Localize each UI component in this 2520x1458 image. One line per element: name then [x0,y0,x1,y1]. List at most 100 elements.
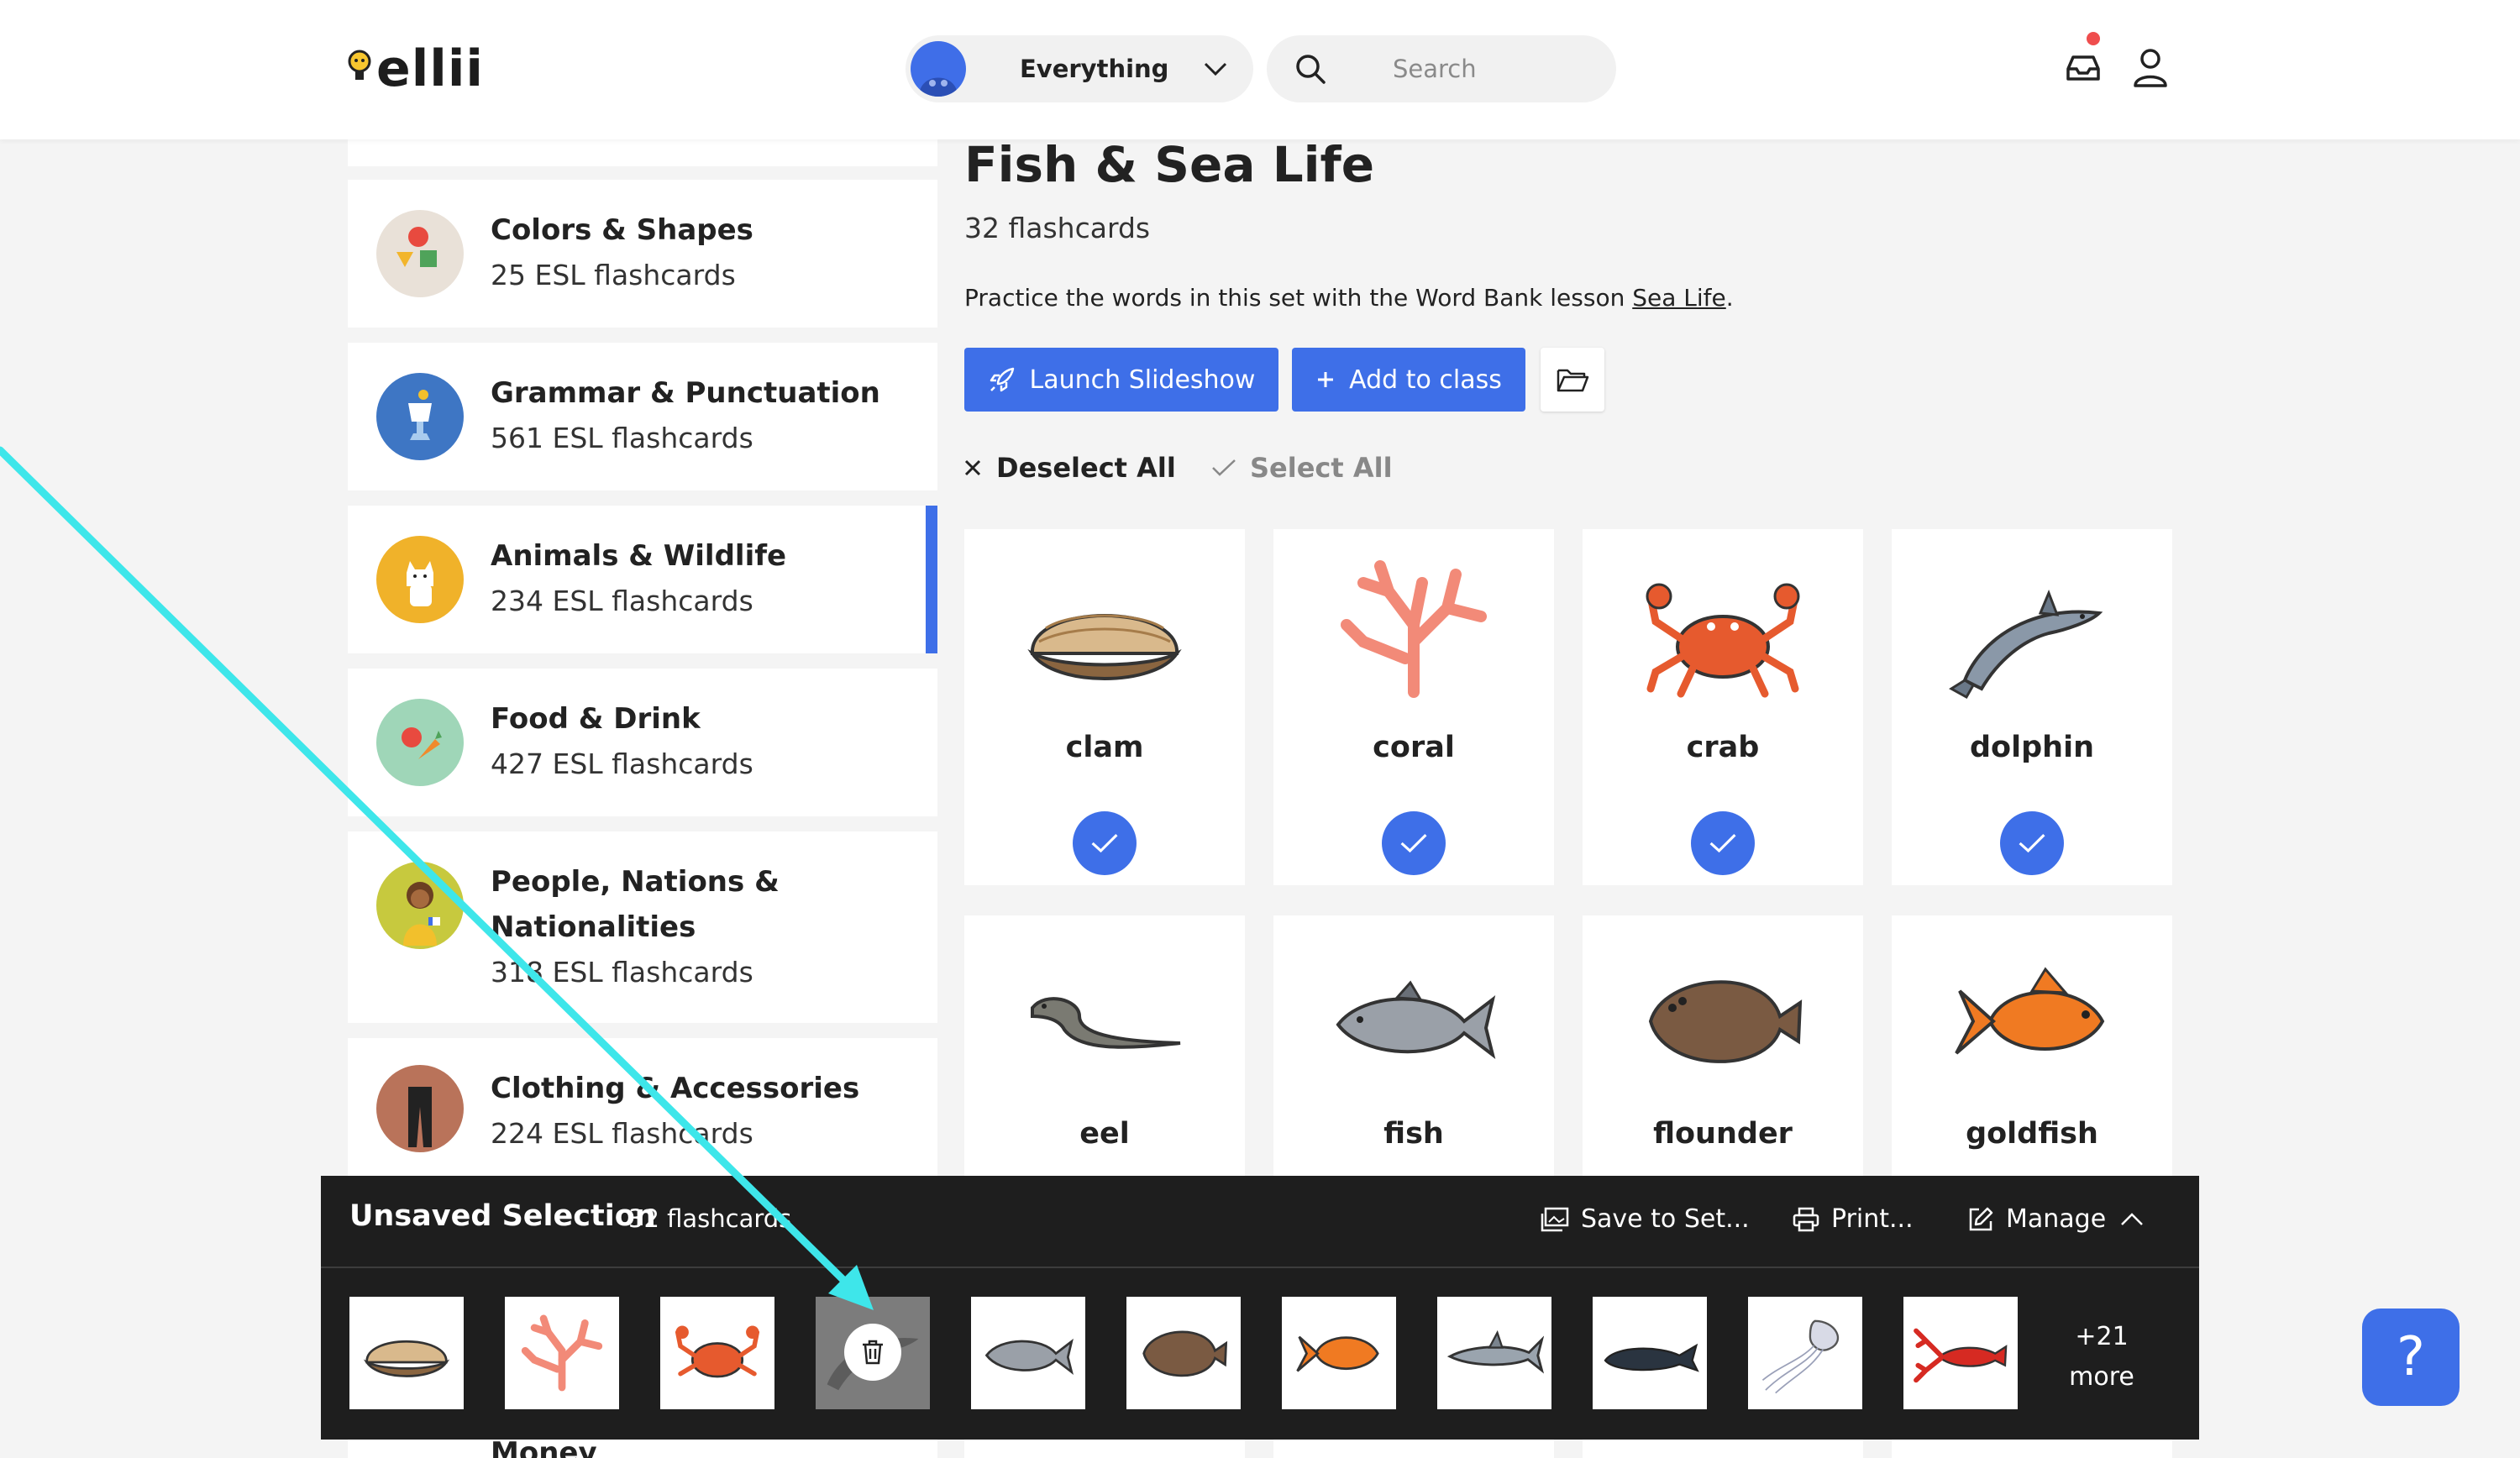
thumb-whale[interactable] [1593,1297,1707,1409]
logo-text: ellii [376,39,484,98]
selected-check-icon[interactable] [1382,811,1446,875]
flounder-image [1583,949,1863,1092]
eel-image [964,949,1245,1092]
food-drink-icon [376,699,464,786]
folder-icon [1557,369,1589,392]
flashcard-word: flounder [1653,1117,1793,1151]
print-button[interactable]: Print... [1793,1204,1914,1234]
thumb-dolphin[interactable] [816,1297,930,1409]
sidebar-item-count: 25 ESL flashcards [491,259,736,291]
select-all-label: Select All [1250,452,1393,484]
sidebar-item-count: 318 ESL flashcards [491,956,753,989]
image-stack-icon [1541,1207,1569,1231]
flashcard-word: clam [1065,731,1144,764]
selected-check-icon[interactable] [1691,811,1755,875]
sidebar-item-animals-wildlife[interactable]: Animals & Wildlife 234 ESL flashcards [348,506,937,653]
thumb-coral[interactable] [505,1297,619,1409]
sidebar-item-label-line2: Nationalities [491,910,696,944]
goldfish-image [1892,949,2172,1092]
more-label: more [2069,1362,2134,1392]
ellii-logo[interactable]: ellii [348,42,484,96]
thumb-shark[interactable] [1437,1297,1551,1409]
folder-button[interactable] [1541,348,1604,412]
crab-image [1583,563,1863,705]
active-indicator [926,506,937,653]
thumb-fish[interactable] [971,1297,1085,1409]
more-thumbnails[interactable]: +21 more [2048,1317,2155,1398]
flashcard-word: crab [1686,731,1760,764]
chevron-up-icon[interactable] [2119,1211,2145,1228]
coral-image [1273,549,1554,709]
sidebar-item-count: 561 ESL flashcards [491,422,753,454]
sidebar-item-count: 427 ESL flashcards [491,747,753,780]
selection-count: 32 flashcards [628,1204,792,1233]
manage-button[interactable]: Manage [1967,1204,2145,1234]
add-to-class-button[interactable]: Add to class [1292,348,1525,412]
rocket-icon [990,367,1014,392]
save-to-set-label: Save to Set... [1581,1204,1750,1234]
check-icon [1212,459,1236,476]
more-count: +21 [2075,1322,2129,1351]
sidebar-item-colors-shapes[interactable]: Colors & Shapes 25 ESL flashcards [348,180,937,328]
chevron-down-icon [1204,62,1227,76]
printer-icon [1793,1207,1819,1231]
sidebar-item-clothing-accessories[interactable]: Clothing & Accessories 224 ESL flashcard… [348,1038,937,1186]
help-button[interactable]: ? [2362,1309,2460,1406]
sidebar-item-grammar-punctuation[interactable]: Grammar & Punctuation 561 ESL flashcards [348,343,937,490]
flashcard-dolphin[interactable]: dolphin [1892,529,2172,885]
thumb-goldfish[interactable] [1282,1297,1396,1409]
deselect-all-label: Deselect All [996,452,1176,484]
sidebar-item-label: Animals & Wildlife [491,539,787,573]
flashcard-word: goldfish [1966,1117,2098,1151]
people-nations-icon [376,862,464,949]
scope-label: Everything [1020,55,1169,83]
practice-suffix: . [1725,284,1734,312]
launch-slideshow-label: Launch Slideshow [1029,364,1256,395]
flashcard-word: coral [1373,731,1455,764]
sidebar-item-people-nations[interactable]: People, Nations & Nationalities 318 ESL … [348,831,937,1023]
search-input[interactable] [1393,50,1594,87]
scope-dropdown[interactable]: Everything [906,35,1253,102]
colors-shapes-icon [376,210,464,297]
inbox-icon[interactable] [2063,47,2103,87]
select-all-button[interactable]: Select All [1211,452,1393,484]
flashcard-word: eel [1079,1117,1130,1151]
sidebar-item-food-drink[interactable]: Food & Drink 427 ESL flashcards [348,669,937,816]
selected-check-icon[interactable] [2000,811,2064,875]
sidebar-item-label: People, Nations & [491,865,780,899]
edit-icon [1969,1207,1993,1230]
thumb-crab[interactable] [660,1297,774,1409]
sidebar-item-label: Colors & Shapes [491,213,753,247]
flashcard-crab[interactable]: crab [1583,529,1863,885]
launch-slideshow-button[interactable]: Launch Slideshow [964,348,1278,412]
practice-prefix: Practice the words in this set with the … [964,284,1633,312]
sidebar-item-label: Grammar & Punctuation [491,376,880,410]
help-icon: ? [2397,1326,2425,1388]
dolphin-image [1892,563,2172,705]
user-icon[interactable] [2132,47,2169,89]
deselect-all-button[interactable]: Deselect All [963,452,1176,484]
flashcard-coral[interactable]: coral [1273,529,1554,885]
lightbulb-icon [348,50,371,80]
scope-avatar-icon [911,41,966,97]
selected-check-icon[interactable] [1073,811,1137,875]
thumb-flounder[interactable] [1126,1297,1241,1409]
print-label: Print... [1831,1204,1914,1234]
fish-image [1273,949,1554,1092]
sidebar-item-count: 234 ESL flashcards [491,585,753,617]
selection-bar: Unsaved Selection 32 flashcards Save to … [321,1176,2199,1440]
animals-wildlife-icon [376,536,464,623]
sidebar-item-count: 224 ESL flashcards [491,1117,753,1150]
sea-life-link[interactable]: Sea Life [1632,284,1726,312]
thumb-jellyfish[interactable] [1748,1297,1862,1409]
sidebar-item-label: Clothing & Accessories [491,1072,860,1105]
search-box[interactable] [1267,35,1616,102]
thumb-lobster[interactable] [1903,1297,2018,1409]
flashcard-clam[interactable]: clam [964,529,1245,885]
save-to-set-button[interactable]: Save to Set... [1541,1204,1750,1234]
thumb-clam[interactable] [349,1297,464,1409]
practice-text: Practice the words in this set with the … [964,284,1734,312]
trash-icon[interactable] [844,1324,901,1381]
search-icon[interactable] [1294,52,1327,86]
sidebar-item-label: Food & Drink [491,702,701,736]
